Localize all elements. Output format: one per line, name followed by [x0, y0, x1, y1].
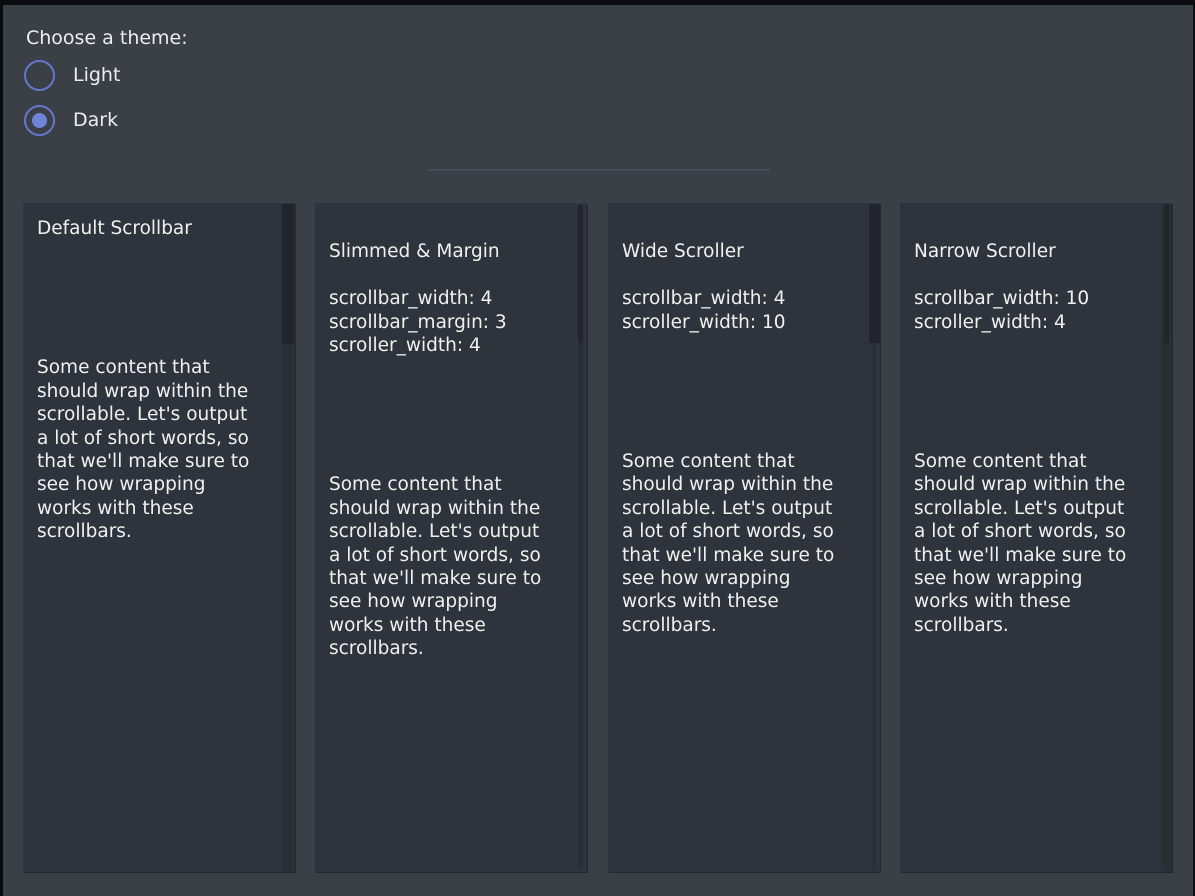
panel-title: Wide Scroller [622, 241, 744, 262]
panel-title: Narrow Scroller [914, 241, 1056, 262]
panel-content: Some content that should wrap within the… [37, 356, 265, 543]
panel-title: Default Scrollbar [37, 217, 265, 240]
radio-option-dark[interactable]: Dark [24, 104, 118, 136]
scrollbar-demo-panel-narrow[interactable]: Narrow Scroller scrollbar_width: 10 scro… [900, 203, 1172, 872]
radio-unselected-icon[interactable] [24, 60, 55, 91]
radio-selected-icon[interactable] [24, 105, 55, 136]
scrollbar-thumb[interactable] [578, 205, 583, 343]
scrollbar-thumb[interactable] [1164, 204, 1169, 343]
panel-content: Some content that should wrap within the… [329, 473, 557, 660]
radio-option-light[interactable]: Light [24, 59, 120, 91]
app-background: Choose a theme: Light Dark Default Scrol… [3, 5, 1193, 896]
panel-content: Some content that should wrap within the… [622, 450, 850, 637]
panel-config: scrollbar_width: 4 scrollbar_margin: 3 s… [329, 288, 507, 356]
radio-dot [32, 68, 47, 83]
section-divider [427, 169, 770, 171]
theme-prompt: Choose a theme: [26, 26, 188, 50]
panel-content: Some content that should wrap within the… [914, 450, 1142, 637]
scrollbar-thumb[interactable] [869, 204, 880, 343]
panel-config: scrollbar_width: 4 scroller_width: 10 [622, 288, 786, 332]
scrollbar-demo-panel-slimmed[interactable]: Slimmed & Margin scrollbar_width: 4 scro… [315, 203, 587, 872]
radio-label-light: Light [73, 64, 120, 86]
scrollbar-demo-panel-wide[interactable]: Wide Scroller scrollbar_width: 4 scrolle… [608, 203, 880, 872]
panel-title: Slimmed & Margin [329, 241, 500, 262]
radio-dot [32, 113, 47, 128]
scrollbar-thumb[interactable] [282, 204, 294, 344]
panel-config: scrollbar_width: 10 scroller_width: 4 [914, 288, 1089, 332]
scrollbar-demo-panel-default[interactable]: Default Scrollbar Some content that shou… [23, 203, 295, 872]
radio-label-dark: Dark [73, 109, 118, 131]
